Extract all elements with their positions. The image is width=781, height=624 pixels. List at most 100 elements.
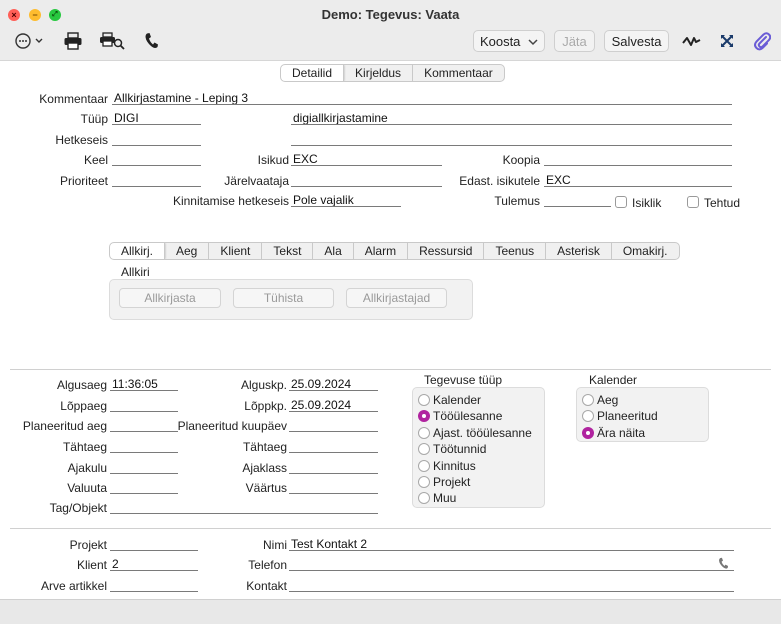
telefon-call-button[interactable] [717, 557, 731, 571]
bottom-status-bar [0, 599, 781, 624]
activity-wave-icon [682, 37, 701, 46]
vaartus-field[interactable] [289, 480, 378, 494]
jata-button[interactable]: Jäta [554, 30, 595, 52]
window: × − ⤢ Demo: Tegevus: Vaata Koosta Jäta S… [0, 0, 781, 624]
tulemus-field[interactable] [544, 193, 611, 207]
tegevuse-tuup-group: Kalender Tööülesanne Ajast. tööülesanne … [412, 387, 545, 508]
planeeritud-aeg-field[interactable] [110, 418, 178, 432]
klient-field[interactable]: 2 [110, 557, 198, 571]
radio-projekt[interactable] [418, 476, 430, 488]
tab-teenus[interactable]: Teenus [484, 243, 547, 259]
loppkp-label: Lõppkp. [244, 399, 287, 413]
radio-muu[interactable] [418, 492, 430, 504]
kommentaar-field[interactable]: Allkirjastamine - Leping 3 [112, 91, 732, 105]
valuuta-label: Valuuta [67, 481, 107, 495]
tab-alarm[interactable]: Alarm [354, 243, 409, 259]
allkirjasta-button[interactable]: Allkirjasta [119, 288, 221, 308]
radio-tootunnid[interactable] [418, 443, 430, 455]
planeeritud-kuupaev-field[interactable] [289, 418, 378, 432]
salvesta-button[interactable]: Salvesta [604, 30, 669, 52]
tahtaeg-label: Tähtaeg [62, 440, 107, 454]
tab-omakirj[interactable]: Omakirj. [612, 243, 679, 259]
tab-tekst[interactable]: Tekst [262, 243, 314, 259]
kontakt-label: Kontakt [246, 579, 287, 593]
window-title: Demo: Tegevus: Vaata [321, 7, 460, 22]
ajaklass-field[interactable] [289, 460, 378, 474]
section-divider [10, 369, 771, 370]
loppaeg-field[interactable] [110, 398, 178, 412]
tahtaeg-right-label: Tähtaeg [242, 440, 287, 454]
hetkeseis-description-field[interactable] [291, 132, 732, 146]
koopia-field[interactable] [544, 152, 732, 166]
tuup-field[interactable]: DIGI [112, 111, 201, 125]
tab-ressursid[interactable]: Ressursid [408, 243, 485, 259]
tab-allkirj[interactable]: Allkirj. [110, 243, 165, 259]
print-preview-button[interactable] [99, 30, 125, 52]
attachments-button[interactable] [751, 30, 773, 52]
prioriteet-field[interactable] [112, 173, 201, 187]
printer-icon [64, 32, 82, 50]
radio-kalender[interactable] [418, 394, 430, 406]
tab-kirjeldus[interactable]: Kirjeldus [344, 65, 414, 81]
telefon-field[interactable] [289, 557, 734, 571]
tab-aeg[interactable]: Aeg [165, 243, 210, 259]
isiklik-label: Isiklik [632, 196, 662, 210]
tab-detailid[interactable]: Detailid [281, 65, 345, 81]
tag-objekt-label: Tag/Objekt [49, 501, 107, 515]
nimi-field[interactable]: Test Kontakt 2 [289, 537, 734, 551]
tehtud-label: Tehtud [704, 196, 741, 210]
more-actions-button[interactable] [13, 30, 45, 52]
section-divider-bottom [10, 528, 771, 529]
radio-label-planeeritud: Planeeritud [597, 409, 658, 423]
chevron-down-icon [528, 39, 538, 46]
tahtaeg-field[interactable] [110, 439, 178, 453]
activity-button[interactable] [681, 30, 703, 52]
inner-tab-bar: Allkirj. Aeg Klient Tekst Ala Alarm Ress… [109, 242, 680, 260]
isiklik-checkbox[interactable] [615, 196, 627, 208]
radio-kinnitus[interactable] [418, 460, 430, 472]
tuhista-button[interactable]: Tühista [233, 288, 334, 308]
tab-asterisk[interactable]: Asterisk [546, 243, 612, 259]
radio-label-tooulesanne: Tööülesanne [433, 409, 503, 423]
isikud-label: Isikud [257, 153, 289, 167]
tahtaeg-right-field[interactable] [289, 439, 378, 453]
arve-artikkel-field[interactable] [110, 578, 198, 592]
ajakulu-field[interactable] [110, 460, 178, 474]
tuup-description-field[interactable]: digiallkirjastamine [291, 111, 732, 125]
koosta-label: Koosta [479, 34, 521, 49]
tab-klient[interactable]: Klient [209, 243, 263, 259]
radio-ajast-tooulesanne[interactable] [418, 427, 430, 439]
radio-label-muu: Muu [433, 491, 457, 505]
tehtud-checkbox[interactable] [687, 196, 699, 208]
tag-objekt-field[interactable] [110, 500, 378, 514]
alguskp-field[interactable]: 25.09.2024 [289, 377, 378, 391]
valuuta-field[interactable] [110, 480, 178, 494]
isikud-field[interactable]: EXC [291, 152, 442, 166]
nimi-label: Nimi [263, 538, 287, 552]
call-button[interactable] [141, 30, 161, 52]
radio-aeg[interactable] [582, 394, 594, 406]
keel-field[interactable] [112, 152, 201, 166]
planeeritud-aeg-label: Planeeritud aeg [22, 419, 107, 433]
projekt-label: Projekt [69, 538, 107, 552]
kontakt-field[interactable] [289, 578, 734, 592]
hetkeseis-label: Hetkeseis [55, 133, 108, 147]
hetkeseis-field[interactable] [112, 132, 201, 146]
kinnitamise-hetkeseis-field[interactable]: Pole vajalik [291, 193, 401, 207]
algusaeg-field[interactable]: 11:36:05 [110, 377, 178, 391]
tab-ala[interactable]: Ala [313, 243, 354, 259]
tab-kommentaar[interactable]: Kommentaar [413, 65, 504, 81]
edast-isikutele-field[interactable]: EXC [544, 173, 732, 187]
radio-tooulesanne[interactable] [418, 410, 430, 422]
projekt-field[interactable] [110, 537, 198, 551]
loppkp-field[interactable]: 25.09.2024 [289, 398, 378, 412]
jarelvaataja-field[interactable] [291, 173, 442, 187]
radio-ara-naita[interactable] [582, 427, 594, 439]
radio-planeeritud[interactable] [582, 410, 594, 422]
telefon-label: Telefon [248, 558, 287, 572]
print-button[interactable] [62, 30, 84, 52]
koosta-dropdown[interactable]: Koosta [473, 30, 545, 52]
expand-button[interactable] [716, 30, 738, 52]
kalender-title: Kalender [589, 373, 638, 387]
allkirjastajad-button[interactable]: Allkirjastajad [346, 288, 447, 308]
